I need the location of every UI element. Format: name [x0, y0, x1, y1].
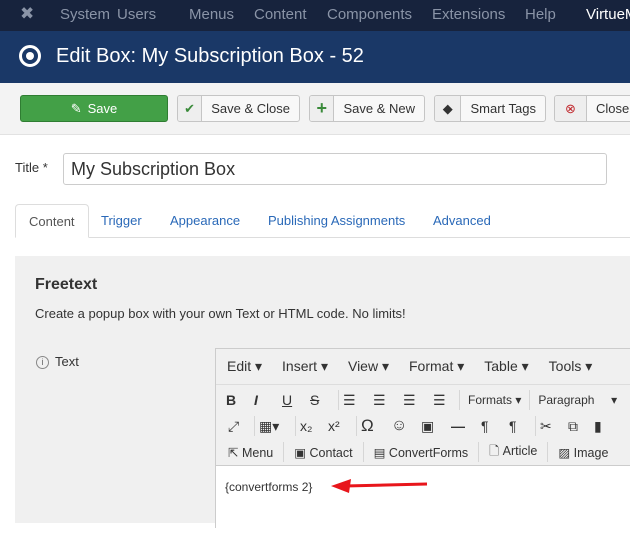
- nav-content[interactable]: Content: [254, 6, 307, 23]
- tab-appearance[interactable]: Appearance: [157, 204, 253, 238]
- page-title: Edit Box: My Subscription Box - 52: [56, 45, 364, 67]
- menu-insert[interactable]: Insert ▾: [282, 358, 328, 375]
- tab-publishing-assignments[interactable]: Publishing Assignments: [255, 204, 418, 238]
- superscript-icon[interactable]: x²: [328, 418, 352, 434]
- horizontal-rule-icon[interactable]: —: [451, 418, 481, 434]
- format-toolbar: B I U S ☰ ☰ ☰ ☰ Formats ▾ Paragraph ▾: [216, 387, 630, 413]
- ltr-icon[interactable]: ¶: [481, 418, 509, 434]
- insert-toolbar: ⤢ ▦▾ x₂ x² Ω ☺ ▣ — ¶ ¶ ✂ ⧉ ▮: [216, 413, 630, 439]
- italic-icon[interactable]: I: [254, 392, 282, 408]
- menu-format[interactable]: Format ▾: [409, 358, 464, 375]
- joomla-logo-icon[interactable]: ✖: [20, 4, 34, 24]
- align-left-icon[interactable]: ☰: [343, 392, 373, 409]
- check-icon: ✔: [178, 96, 203, 121]
- fullscreen-icon[interactable]: ⤢: [228, 418, 250, 435]
- strikethrough-icon[interactable]: S: [310, 392, 334, 408]
- edit-icon: ✎: [70, 100, 82, 116]
- align-center-icon[interactable]: ☰: [373, 392, 403, 409]
- image-button[interactable]: ▨ Image: [552, 445, 614, 460]
- menu-tools[interactable]: Tools ▾: [549, 358, 593, 375]
- plus-icon: +: [310, 96, 335, 121]
- nav-users[interactable]: Users: [117, 6, 156, 23]
- extension-buttons: ⇱ Menu ▣ Contact ▤ ConvertForms 🗋 Articl…: [216, 439, 630, 466]
- save-close-button[interactable]: ✔ Save & Close: [177, 95, 300, 122]
- panel-heading: Freetext: [35, 276, 98, 293]
- menu-view[interactable]: View ▾: [348, 358, 389, 375]
- save-new-label: Save & New: [343, 101, 415, 116]
- formats-dropdown[interactable]: Formats ▾: [464, 393, 525, 407]
- menu-table[interactable]: Table ▾: [484, 358, 528, 375]
- close-label: Close: [596, 101, 630, 116]
- justify-icon[interactable]: ☰: [433, 392, 455, 409]
- bold-icon[interactable]: B: [226, 392, 254, 408]
- info-icon[interactable]: i: [36, 356, 49, 369]
- subscript-icon[interactable]: x₂: [300, 418, 328, 434]
- nav-components[interactable]: Components: [327, 6, 412, 23]
- close-button[interactable]: ⊗ Close: [554, 95, 630, 122]
- rich-text-editor: Edit ▾ Insert ▾ View ▾ Format ▾ Table ▾ …: [215, 348, 630, 536]
- tab-content[interactable]: Content: [15, 204, 89, 238]
- menu-button[interactable]: ⇱ Menu: [228, 445, 279, 460]
- save-close-label: Save & Close: [211, 101, 290, 116]
- close-circle-icon: ⊗: [555, 96, 587, 121]
- article-button[interactable]: 🗋 Article: [483, 442, 543, 463]
- emoticon-icon[interactable]: ☺: [391, 417, 421, 435]
- contact-button[interactable]: ▣ Contact: [288, 445, 358, 460]
- table-icon[interactable]: ▦▾: [259, 418, 291, 435]
- editor-menubar: Edit ▾ Insert ▾ View ▾ Format ▾ Table ▾ …: [216, 349, 630, 385]
- save-new-button[interactable]: + Save & New: [309, 95, 425, 122]
- text-label: Text: [55, 354, 79, 369]
- media-icon[interactable]: ▣: [421, 418, 451, 435]
- nav-help[interactable]: Help: [525, 6, 556, 23]
- title-input[interactable]: [63, 153, 607, 185]
- special-char-icon[interactable]: Ω: [361, 416, 391, 436]
- underline-icon[interactable]: U: [282, 392, 310, 408]
- save-label: Save: [87, 101, 118, 116]
- nav-virtuemart[interactable]: VirtueM: [586, 6, 630, 23]
- smart-tags-button[interactable]: ◆ Smart Tags: [434, 95, 546, 122]
- editor-content[interactable]: {convertforms 2}: [216, 466, 630, 536]
- save-button[interactable]: ✎ Save: [20, 95, 168, 122]
- tab-advanced[interactable]: Advanced: [420, 204, 504, 238]
- cut-icon[interactable]: ✂: [540, 418, 568, 435]
- red-arrow-annotation: [331, 479, 428, 493]
- toolbar: ✎ Save ✔ Save & Close + Save & New ◆ Smart T…: [0, 83, 630, 135]
- align-right-icon[interactable]: ☰: [403, 392, 433, 409]
- title-label: Title *: [15, 160, 48, 175]
- top-nav: ✖ System Users Menus Content Components …: [0, 0, 630, 31]
- panel-description: Create a popup box with your own Text or…: [35, 306, 406, 321]
- convertforms-button[interactable]: ▤ ConvertForms: [368, 445, 474, 460]
- copy-icon[interactable]: ⧉: [568, 418, 594, 435]
- paste-icon[interactable]: ▮: [594, 418, 602, 435]
- nav-system[interactable]: System: [60, 6, 110, 23]
- nav-menus[interactable]: Menus: [189, 6, 234, 23]
- target-icon: [19, 45, 41, 67]
- smart-tags-label: Smart Tags: [470, 101, 536, 116]
- menu-edit[interactable]: Edit ▾: [227, 358, 262, 375]
- rtl-icon[interactable]: ¶: [509, 418, 531, 434]
- tag-icon: ◆: [435, 96, 462, 121]
- nav-extensions[interactable]: Extensions: [432, 6, 505, 23]
- block-format-dropdown[interactable]: Paragraph ▾: [534, 393, 621, 407]
- page-header: Edit Box: My Subscription Box - 52: [0, 31, 630, 83]
- editor-text: {convertforms 2}: [225, 480, 313, 494]
- tab-trigger[interactable]: Trigger: [88, 204, 155, 238]
